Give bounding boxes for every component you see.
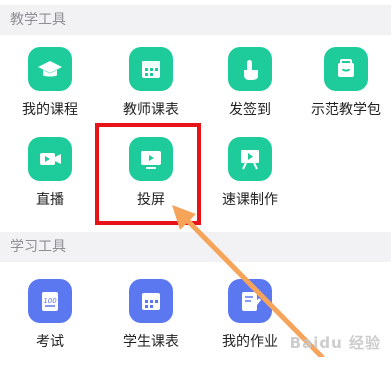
tool-label: 投屏 [137, 192, 165, 208]
tool-label: 速课制作 [222, 192, 278, 208]
section-header-teaching-tools: 教学工具 [0, 5, 391, 35]
tool-my-courses[interactable]: 我的课程 [2, 47, 98, 139]
section-header-learning-tools: 学习工具 [0, 232, 391, 262]
graduation-cap-icon [28, 47, 72, 91]
tool-label: 教师课表 [123, 102, 179, 118]
section-title: 教学工具 [10, 12, 66, 28]
tool-teacher-schedule[interactable]: 教师课表 [103, 47, 199, 139]
tool-label: 学生课表 [123, 334, 179, 350]
section-title: 学习工具 [10, 239, 66, 255]
exam-paper-icon: 100 [28, 279, 72, 323]
tool-demo-teaching-package[interactable]: 示范教学包 [298, 47, 391, 139]
tool-live-stream[interactable]: 直播 [2, 137, 98, 229]
tool-student-schedule[interactable]: 学生课表 [103, 279, 199, 371]
watermark: Baidu 经验 [289, 334, 381, 352]
calendar-icon [129, 279, 173, 323]
hand-tap-icon [228, 47, 272, 91]
tool-send-checkin[interactable]: 发签到 [202, 47, 298, 139]
tool-screen-cast[interactable]: 投屏 [103, 137, 199, 229]
homework-icon [228, 279, 272, 323]
tool-label: 我的作业 [222, 334, 278, 350]
video-camera-icon [28, 137, 72, 181]
tool-label: 直播 [36, 192, 64, 208]
tool-exam[interactable]: 100 考试 [2, 279, 98, 371]
package-icon [324, 47, 368, 91]
calendar-icon [129, 47, 173, 91]
presentation-board-icon [228, 137, 272, 181]
tool-quick-course-making[interactable]: 速课制作 [202, 137, 298, 229]
tool-label: 示范教学包 [311, 102, 381, 118]
tool-my-homework[interactable]: 我的作业 [202, 279, 298, 371]
tool-label: 我的课程 [22, 102, 78, 118]
svg-text:100: 100 [43, 297, 57, 305]
tool-label: 发签到 [229, 102, 271, 118]
tool-label: 考试 [36, 334, 64, 350]
screen-cast-icon [129, 137, 173, 181]
